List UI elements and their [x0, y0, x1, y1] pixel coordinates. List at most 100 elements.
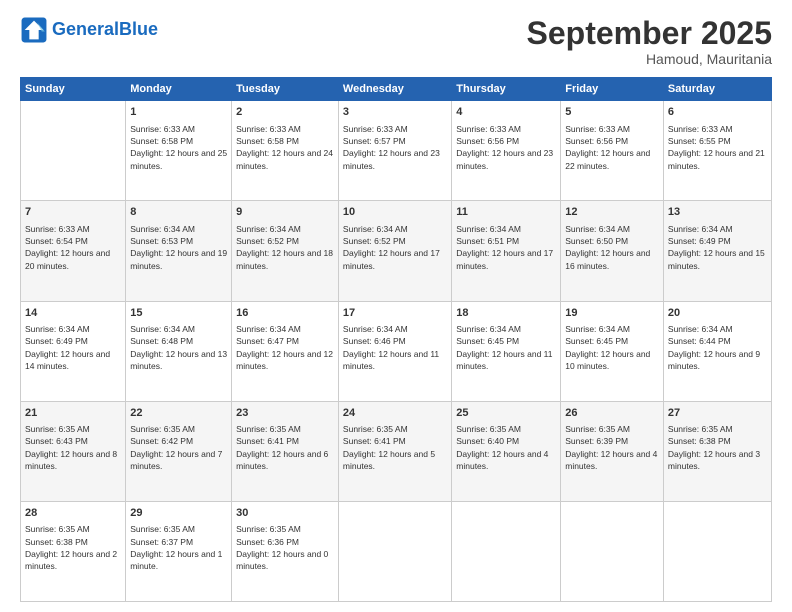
day-number: 1 [130, 105, 227, 120]
day-info: Sunrise: 6:34 AMSunset: 6:46 PMDaylight:… [343, 323, 447, 372]
header-day-wednesday: Wednesday [338, 78, 451, 101]
day-info: Sunrise: 6:33 AMSunset: 6:55 PMDaylight:… [668, 123, 767, 172]
day-info: Sunrise: 6:35 AMSunset: 6:39 PMDaylight:… [565, 423, 659, 472]
logo-icon [20, 16, 48, 44]
day-number: 15 [130, 306, 227, 321]
day-number: 7 [25, 205, 121, 220]
calendar-cell [663, 501, 771, 601]
logo-blue: Blue [119, 19, 158, 39]
day-info: Sunrise: 6:33 AMSunset: 6:56 PMDaylight:… [565, 123, 659, 172]
calendar-cell: 20Sunrise: 6:34 AMSunset: 6:44 PMDayligh… [663, 301, 771, 401]
day-number: 13 [668, 205, 767, 220]
day-info: Sunrise: 6:34 AMSunset: 6:45 PMDaylight:… [456, 323, 556, 372]
day-number: 28 [25, 506, 121, 521]
calendar-cell: 3 Sunrise: 6:33 AMSunset: 6:57 PMDaylight… [338, 101, 451, 201]
day-info: Sunrise: 6:35 AMSunset: 6:40 PMDaylight:… [456, 423, 556, 472]
day-info: Sunrise: 6:33 AMSunset: 6:54 PMDaylight:… [25, 223, 121, 272]
day-number: 26 [565, 406, 659, 421]
day-info: Sunrise: 6:34 AMSunset: 6:45 PMDaylight:… [565, 323, 659, 372]
calendar-cell: 10 Sunrise: 6:34 AMSunset: 6:52 PMDayligh… [338, 201, 451, 301]
calendar-cell: 21 Sunrise: 6:35 AMSunset: 6:43 PMDayligh… [21, 401, 126, 501]
calendar-cell [21, 101, 126, 201]
calendar-cell [561, 501, 664, 601]
day-number: 4 [456, 105, 556, 120]
day-info: Sunrise: 6:34 AMSunset: 6:48 PMDaylight:… [130, 323, 227, 372]
calendar-cell [338, 501, 451, 601]
calendar-week-4: 28 Sunrise: 6:35 AMSunset: 6:38 PMDayligh… [21, 501, 772, 601]
day-info: Sunrise: 6:33 AMSunset: 6:58 PMDaylight:… [236, 123, 334, 172]
header-day-tuesday: Tuesday [232, 78, 339, 101]
day-info: Sunrise: 6:35 AMSunset: 6:43 PMDaylight:… [25, 423, 121, 472]
calendar-cell: 5 Sunrise: 6:33 AMSunset: 6:56 PMDaylight… [561, 101, 664, 201]
day-number: 17 [343, 306, 447, 321]
day-number: 2 [236, 105, 334, 120]
calendar-table: SundayMondayTuesdayWednesdayThursdayFrid… [20, 77, 772, 602]
day-number: 30 [236, 506, 334, 521]
day-info: Sunrise: 6:35 AMSunset: 6:38 PMDaylight:… [668, 423, 767, 472]
header-day-friday: Friday [561, 78, 664, 101]
header-day-thursday: Thursday [452, 78, 561, 101]
day-number: 3 [343, 105, 447, 120]
day-number: 23 [236, 406, 334, 421]
calendar-cell: 11 Sunrise: 6:34 AMSunset: 6:51 PMDayligh… [452, 201, 561, 301]
calendar-cell: 22 Sunrise: 6:35 AMSunset: 6:42 PMDayligh… [126, 401, 232, 501]
day-number: 22 [130, 406, 227, 421]
calendar-week-3: 21 Sunrise: 6:35 AMSunset: 6:43 PMDayligh… [21, 401, 772, 501]
day-info: Sunrise: 6:34 AMSunset: 6:52 PMDaylight:… [343, 223, 447, 272]
calendar-header-row: SundayMondayTuesdayWednesdayThursdayFrid… [21, 78, 772, 101]
calendar-cell: 18 Sunrise: 6:34 AMSunset: 6:45 PMDayligh… [452, 301, 561, 401]
calendar-cell: 26 Sunrise: 6:35 AMSunset: 6:39 PMDayligh… [561, 401, 664, 501]
logo-text: GeneralBlue [52, 20, 158, 40]
day-number: 29 [130, 506, 227, 521]
calendar-cell: 27 Sunrise: 6:35 AMSunset: 6:38 PMDayligh… [663, 401, 771, 501]
day-info: Sunrise: 6:34 AMSunset: 6:53 PMDaylight:… [130, 223, 227, 272]
day-number: 8 [130, 205, 227, 220]
day-number: 27 [668, 406, 767, 421]
day-number: 19 [565, 306, 659, 321]
day-number: 14 [25, 306, 121, 321]
day-number: 11 [456, 205, 556, 220]
day-number: 5 [565, 105, 659, 120]
header: GeneralBlue September 2025 Hamoud, Mauri… [20, 16, 772, 67]
day-info: Sunrise: 6:35 AMSunset: 6:41 PMDaylight:… [343, 423, 447, 472]
day-info: Sunrise: 6:33 AMSunset: 6:56 PMDaylight:… [456, 123, 556, 172]
calendar-week-0: 1 Sunrise: 6:33 AMSunset: 6:58 PMDaylight… [21, 101, 772, 201]
calendar-cell: 7 Sunrise: 6:33 AMSunset: 6:54 PMDaylight… [21, 201, 126, 301]
calendar-cell: 17 Sunrise: 6:34 AMSunset: 6:46 PMDayligh… [338, 301, 451, 401]
logo: GeneralBlue [20, 16, 158, 44]
calendar-cell: 29Sunrise: 6:35 AMSunset: 6:37 PMDayligh… [126, 501, 232, 601]
title-block: September 2025 Hamoud, Mauritania [527, 16, 772, 67]
day-number: 10 [343, 205, 447, 220]
calendar-cell: 19 Sunrise: 6:34 AMSunset: 6:45 PMDayligh… [561, 301, 664, 401]
day-info: Sunrise: 6:35 AMSunset: 6:36 PMDaylight:… [236, 523, 334, 572]
day-info: Sunrise: 6:33 AMSunset: 6:58 PMDaylight:… [130, 123, 227, 172]
day-info: Sunrise: 6:34 AMSunset: 6:51 PMDaylight:… [456, 223, 556, 272]
calendar-cell: 14Sunrise: 6:34 AMSunset: 6:49 PMDayligh… [21, 301, 126, 401]
day-info: Sunrise: 6:35 AMSunset: 6:42 PMDaylight:… [130, 423, 227, 472]
day-number: 24 [343, 406, 447, 421]
day-info: Sunrise: 6:34 AMSunset: 6:52 PMDaylight:… [236, 223, 334, 272]
day-info: Sunrise: 6:33 AMSunset: 6:57 PMDaylight:… [343, 123, 447, 172]
calendar-cell: 24 Sunrise: 6:35 AMSunset: 6:41 PMDayligh… [338, 401, 451, 501]
calendar-week-1: 7 Sunrise: 6:33 AMSunset: 6:54 PMDaylight… [21, 201, 772, 301]
calendar-cell: 1 Sunrise: 6:33 AMSunset: 6:58 PMDaylight… [126, 101, 232, 201]
calendar-cell: 9Sunrise: 6:34 AMSunset: 6:52 PMDaylight… [232, 201, 339, 301]
day-info: Sunrise: 6:34 AMSunset: 6:49 PMDaylight:… [668, 223, 767, 272]
day-info: Sunrise: 6:35 AMSunset: 6:41 PMDaylight:… [236, 423, 334, 472]
calendar-cell: 6Sunrise: 6:33 AMSunset: 6:55 PMDaylight… [663, 101, 771, 201]
calendar-cell [452, 501, 561, 601]
calendar-cell: 4 Sunrise: 6:33 AMSunset: 6:56 PMDaylight… [452, 101, 561, 201]
day-number: 21 [25, 406, 121, 421]
main-title: September 2025 [527, 16, 772, 51]
day-number: 20 [668, 306, 767, 321]
calendar-cell: 30 Sunrise: 6:35 AMSunset: 6:36 PMDayligh… [232, 501, 339, 601]
day-info: Sunrise: 6:34 AMSunset: 6:47 PMDaylight:… [236, 323, 334, 372]
day-number: 18 [456, 306, 556, 321]
day-number: 16 [236, 306, 334, 321]
calendar-cell: 2 Sunrise: 6:33 AMSunset: 6:58 PMDaylight… [232, 101, 339, 201]
day-number: 25 [456, 406, 556, 421]
header-day-saturday: Saturday [663, 78, 771, 101]
calendar-week-2: 14Sunrise: 6:34 AMSunset: 6:49 PMDayligh… [21, 301, 772, 401]
day-info: Sunrise: 6:35 AMSunset: 6:38 PMDaylight:… [25, 523, 121, 572]
day-info: Sunrise: 6:34 AMSunset: 6:50 PMDaylight:… [565, 223, 659, 272]
